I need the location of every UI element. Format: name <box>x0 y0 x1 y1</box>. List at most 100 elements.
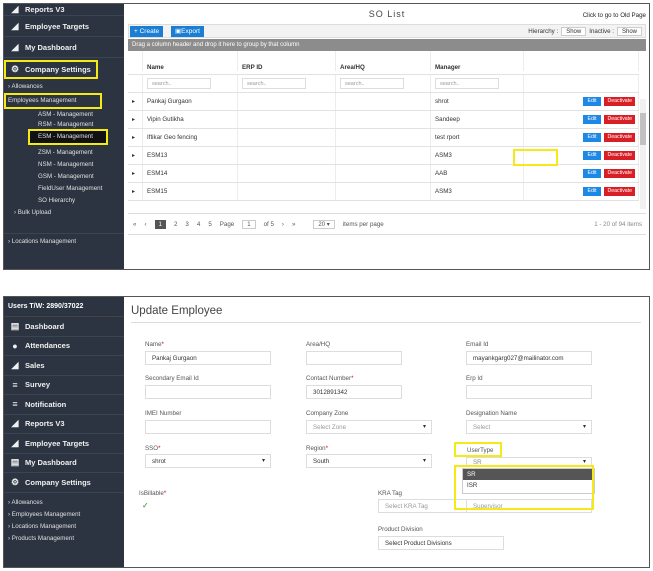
sidebar-sub-item[interactable]: › Products Management <box>4 533 124 545</box>
sidebar-item[interactable]: ⚙ Company Settings <box>4 473 124 493</box>
sidebar-sub-item[interactable]: › Locations Management <box>4 521 124 533</box>
sidebar-sub-bulk-upload[interactable]: › Bulk Upload <box>4 207 124 219</box>
deactivate-button[interactable]: Deactivate <box>604 133 635 142</box>
sidebar-sub-rsm[interactable]: RSM - Management <box>4 121 124 129</box>
col-erp[interactable]: ERP ID <box>238 51 336 71</box>
sidebar-item[interactable]: ≡ Notification <box>4 395 124 415</box>
name-field[interactable]: Pankaj Gurgaon <box>145 351 271 365</box>
first-page-button[interactable]: « <box>133 221 136 228</box>
deactivate-button[interactable]: Deactivate <box>604 97 635 106</box>
sidebar-item-reports[interactable]: ◢ Reports V3 <box>4 4 124 16</box>
email-field[interactable]: mayankgarg027@mailinator.com <box>466 351 592 365</box>
edit-button[interactable]: Edit <box>582 133 602 142</box>
sidebar-item[interactable]: ▤ Dashboard <box>4 317 124 337</box>
secondary-email-field[interactable] <box>145 385 271 399</box>
sidebar-item-label: Notification <box>25 399 67 409</box>
page-5-button[interactable]: 5 <box>208 221 211 228</box>
deactivate-button[interactable]: Deactivate <box>604 169 635 178</box>
sso-select[interactable]: shrot ▾ <box>145 454 271 468</box>
expand-icon[interactable]: ▸ <box>128 111 143 128</box>
sidebar-item[interactable]: ◢ Reports V3 <box>4 415 124 434</box>
sidebar-item-label: Sales <box>25 360 45 370</box>
page-size-select[interactable]: 20 ▾ <box>313 219 335 229</box>
table-row[interactable]: ▸ ESM14 AAB Edit Deactivate <box>128 165 639 183</box>
imei-field[interactable] <box>145 420 271 434</box>
sidebar-item[interactable]: ▤ My Dashboard <box>4 454 124 473</box>
sidebar-sub-asm[interactable]: ASM - Management <box>4 109 124 121</box>
table-row[interactable]: ▸ Pankaj Gurgaon shrot Edit Deactivate <box>128 93 639 111</box>
table-row[interactable]: ▸ Vipin Gutikha Sandeep Edit Deactivate <box>128 111 639 129</box>
old-page-link[interactable]: Click to go to Old Page <box>583 12 646 19</box>
edit-button[interactable]: Edit <box>582 97 602 106</box>
highlight-usertype-options <box>454 465 594 510</box>
export-button[interactable]: ▣Export <box>171 26 204 37</box>
sidebar-sub-so-hierarchy[interactable]: SO Hierarchy <box>4 195 124 207</box>
col-manager[interactable]: Manager <box>431 51 524 71</box>
expand-icon[interactable]: ▸ <box>128 183 143 200</box>
deactivate-button[interactable]: Deactivate <box>604 187 635 196</box>
area-field[interactable] <box>306 351 402 365</box>
page-1-button[interactable]: 1 <box>154 219 166 229</box>
sidebar-sub-allowances[interactable]: › Allowances <box>4 81 124 93</box>
prev-page-button[interactable]: ‹ <box>144 221 146 228</box>
sidebar-sub-nsm[interactable]: NSM - Management <box>4 159 124 171</box>
name-label: Name* <box>145 341 164 348</box>
filter-erp-input[interactable]: search.. <box>242 78 306 89</box>
sidebar-sub-item[interactable]: › Allowances <box>4 497 124 509</box>
edit-button[interactable]: Edit <box>582 151 602 160</box>
contact-field[interactable]: 3012891342 <box>306 385 402 399</box>
sidebar-sub-employees-management[interactable]: Employees Management <box>4 93 102 109</box>
sidebar-sub-item[interactable]: › Employees Management <box>4 509 124 521</box>
sidebar-sub-zsm[interactable]: ZSM - Management <box>4 147 124 159</box>
zone-select[interactable]: Select Zone ▾ <box>306 420 432 434</box>
filter-area-input[interactable]: search.. <box>340 78 404 89</box>
sidebar-sub-esm[interactable]: ESM - Management <box>28 129 108 145</box>
page-4-button[interactable]: 4 <box>197 221 200 228</box>
table-row[interactable]: ▸ ESM15 ASM3 Edit Deactivate <box>128 183 639 201</box>
region-select[interactable]: South ▾ <box>306 454 432 468</box>
table-row[interactable]: ▸ Iftikar Geo fencing test rport Edit Deacti… <box>128 129 639 147</box>
sidebar-item[interactable]: ◢ Sales <box>4 356 124 376</box>
billable-checkbox[interactable]: ✓ <box>142 501 149 510</box>
inactive-toggle[interactable]: Show <box>616 27 642 36</box>
last-page-button[interactable]: » <box>292 221 295 228</box>
sidebar-item-employee-targets[interactable]: ◢ Employee Targets <box>4 16 124 37</box>
reports-icon: ◢ <box>11 418 19 429</box>
erp-field[interactable] <box>466 385 592 399</box>
col-name[interactable]: Name <box>143 51 238 71</box>
sidebar-item[interactable]: ≡ Survey <box>4 376 124 395</box>
sidebar-sub-locations[interactable]: › Locations Management <box>4 233 124 245</box>
edit-button[interactable]: Edit <box>582 187 602 196</box>
group-by-bar[interactable]: Drag a column header and drop it here to… <box>128 39 646 51</box>
sidebar-item-company-settings[interactable]: ⚙ Company Settings <box>4 60 98 79</box>
page-2-button[interactable]: 2 <box>174 221 177 228</box>
secondary-email-label: Secondary Email Id <box>145 375 199 382</box>
sidebar-item[interactable]: ◢ Employee Targets <box>4 434 124 454</box>
page-3-button[interactable]: 3 <box>185 221 188 228</box>
edit-button[interactable]: Edit <box>582 169 602 178</box>
edit-button[interactable]: Edit <box>582 115 602 124</box>
grid-scrollbar[interactable] <box>640 99 646 209</box>
designation-select[interactable]: Select ▾ <box>466 420 592 434</box>
filter-name-input[interactable]: search.. <box>147 78 211 89</box>
filter-manager-input[interactable]: search.. <box>435 78 499 89</box>
sidebar-item-my-dashboard[interactable]: ◢ My Dashboard <box>4 37 124 58</box>
page-input[interactable]: 1 <box>242 219 256 229</box>
hierarchy-toggle[interactable]: Show <box>561 27 587 36</box>
notification-icon: ≡ <box>12 399 18 410</box>
deactivate-button[interactable]: Deactivate <box>604 151 635 160</box>
expand-icon[interactable]: ▸ <box>128 165 143 182</box>
expand-icon[interactable]: ▸ <box>128 129 143 146</box>
cell-manager: Sandeep <box>431 111 524 128</box>
expand-icon[interactable]: ▸ <box>128 93 143 110</box>
product-division-select[interactable]: Select Product Divisions <box>378 536 504 550</box>
next-page-button[interactable]: › <box>282 221 284 228</box>
sidebar-item[interactable]: ● Attendances <box>4 337 124 356</box>
create-button[interactable]: + Create <box>130 26 164 37</box>
deactivate-button[interactable]: Deactivate <box>604 115 635 124</box>
sidebar-sub-gsm[interactable]: GSM - Management <box>4 171 124 183</box>
expand-icon[interactable]: ▸ <box>128 147 143 164</box>
table-row[interactable]: ▸ ESM13 ASM3 Edit Deactivate <box>128 147 639 165</box>
col-area[interactable]: Area/HQ <box>336 51 431 71</box>
sidebar-sub-fielduser[interactable]: FieldUser Management <box>4 183 124 195</box>
